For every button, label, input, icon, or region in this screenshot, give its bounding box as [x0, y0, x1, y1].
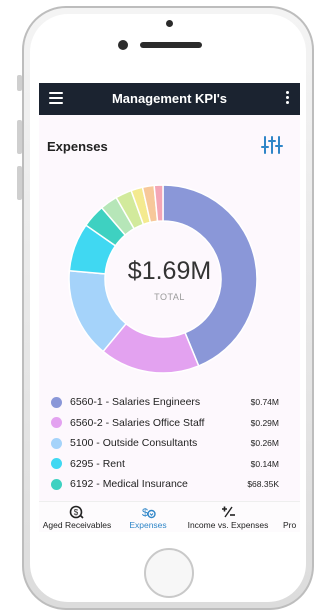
legend-label: 6295 - Rent: [70, 457, 125, 470]
tab-label: Income vs. Expenses: [187, 520, 269, 530]
app-title: Management KPI's: [111, 91, 228, 106]
tab-aged-receivables[interactable]: $ Aged Receivables: [41, 502, 113, 532]
legend-value: $0.29M: [250, 417, 279, 428]
legend-value: $0.14M: [250, 458, 279, 469]
legend-value: $0.26M: [250, 438, 279, 449]
legend-color-dot: [51, 437, 62, 449]
tab-income-vs-expenses[interactable]: Income vs. Expenses: [181, 502, 275, 532]
legend-label: 6560-1 - Salaries Engineers: [70, 396, 201, 409]
legend-label: 6192 - Medical Insurance: [70, 478, 188, 491]
legend-item[interactable]: 6192 - Medical Insurance $68.35K: [51, 474, 279, 495]
legend: 6560-1 - Salaries Engineers $0.74M 6560-…: [51, 392, 279, 495]
legend-color-dot: [51, 478, 62, 490]
legend-item[interactable]: 5100 - Outside Consultants $0.26M: [51, 433, 279, 454]
legend-color-dot: [51, 396, 62, 408]
bottom-tab-bar: $ Aged Receivables $ Expenses Income vs.…: [39, 501, 300, 532]
legend-item[interactable]: 6295 - Rent $0.14M: [51, 454, 279, 475]
total-value: $1.69M: [127, 257, 212, 285]
legend-item[interactable]: 6560-1 - Salaries Engineers $0.74M: [51, 392, 279, 413]
legend-label: 5100 - Outside Consultants: [70, 437, 198, 450]
tab-label: Expenses: [129, 520, 167, 530]
front-camera: [118, 40, 128, 50]
tab-expenses[interactable]: $ Expenses: [123, 502, 173, 532]
sensor-dot: [166, 20, 173, 27]
legend-value: $0.74M: [250, 397, 279, 408]
volume-up-button: [17, 120, 22, 154]
earpiece-speaker: [140, 42, 202, 48]
tab-pro[interactable]: Pro: [283, 502, 300, 532]
total-label: TOTAL: [154, 292, 185, 302]
home-button[interactable]: [144, 548, 194, 598]
legend-item[interactable]: 6560-2 - Salaries Office Staff $0.29M: [51, 413, 279, 434]
volume-down-button: [17, 166, 22, 200]
filter-settings-icon[interactable]: [261, 135, 283, 155]
svg-text:$: $: [74, 508, 79, 517]
legend-color-dot: [51, 417, 62, 429]
app-bar: Management KPI's: [39, 83, 300, 115]
legend-value: $68.35K: [247, 479, 279, 490]
mute-switch: [17, 75, 22, 91]
plus-minus-icon: [222, 506, 235, 518]
legend-label: 6560-2 - Salaries Office Staff: [70, 416, 205, 429]
more-options-icon[interactable]: [286, 91, 290, 107]
tab-label: Aged Receivables: [42, 520, 112, 530]
legend-color-dot: [51, 458, 62, 470]
svg-text:$: $: [142, 507, 148, 519]
page-title: Expenses: [47, 139, 108, 154]
app-screen: Management KPI's Expenses $1.69M TOTAL 6…: [39, 83, 300, 532]
tab-label: Pro: [283, 520, 297, 530]
dollar-down-icon: $: [142, 507, 156, 519]
dollar-clock-icon: $: [69, 505, 84, 519]
